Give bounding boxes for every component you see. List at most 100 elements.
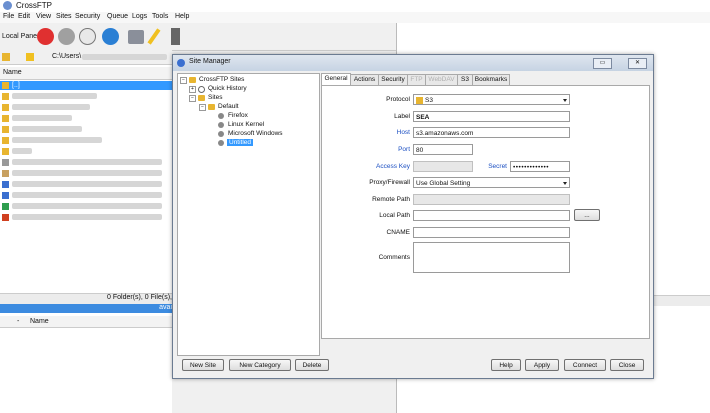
browse-button[interactable]: ... bbox=[574, 209, 600, 221]
new-site-button[interactable]: New Site bbox=[182, 359, 224, 371]
local-path-field[interactable] bbox=[413, 210, 570, 221]
tab-general[interactable]: General bbox=[321, 73, 351, 85]
menu-edit[interactable]: Edit bbox=[18, 13, 30, 20]
apply-button[interactable]: Apply bbox=[525, 359, 559, 371]
protocol-select[interactable]: S3 bbox=[413, 94, 570, 105]
tree-root[interactable]: CrossFTP Sites bbox=[199, 76, 244, 83]
secret-field[interactable]: ••••••••••••• bbox=[510, 161, 570, 172]
list-item[interactable] bbox=[0, 125, 172, 134]
tab-security[interactable]: Security bbox=[378, 74, 408, 85]
list-item[interactable] bbox=[0, 169, 172, 178]
host-field[interactable]: s3.amazonaws.com bbox=[413, 127, 570, 138]
folder-icon bbox=[208, 104, 215, 110]
site-icon bbox=[218, 140, 224, 146]
new-category-button[interactable]: New Category bbox=[229, 359, 291, 371]
close-icon[interactable]: ✕ bbox=[628, 58, 647, 69]
tree-item-untitled[interactable]: Untitled bbox=[227, 139, 254, 146]
label-field[interactable]: SEA bbox=[413, 111, 570, 122]
secret-label: Secret bbox=[488, 163, 507, 170]
list-item[interactable] bbox=[0, 92, 172, 101]
list-item[interactable] bbox=[0, 158, 172, 167]
list-item[interactable] bbox=[0, 103, 172, 112]
list-item-label: [..] bbox=[12, 82, 20, 89]
menu-bar: File Edit View Sites Security Queue Logs… bbox=[0, 12, 710, 23]
collapse-icon[interactable]: − bbox=[180, 77, 187, 84]
tree-quick-history[interactable]: Quick History bbox=[208, 85, 247, 92]
site-icon bbox=[218, 131, 224, 137]
menu-security[interactable]: Security bbox=[75, 13, 100, 20]
disconnect-icon[interactable] bbox=[37, 28, 54, 45]
menu-logs[interactable]: Logs bbox=[132, 13, 147, 20]
comments-label: Comments bbox=[378, 254, 410, 261]
local-path-input[interactable]: C:\Users\ bbox=[52, 53, 81, 60]
star-icon[interactable] bbox=[26, 53, 34, 61]
delete-button[interactable]: Delete bbox=[295, 359, 329, 371]
protocol-value: S3 bbox=[425, 97, 433, 104]
local-pane-label: Local Pane bbox=[2, 33, 38, 40]
list-item[interactable] bbox=[0, 180, 172, 189]
pause-icon[interactable] bbox=[58, 28, 75, 45]
collapse-icon[interactable]: − bbox=[199, 104, 206, 111]
play-icon[interactable] bbox=[79, 28, 96, 45]
remote-path-label: Remote Path bbox=[372, 196, 410, 203]
site-manager-icon bbox=[177, 59, 185, 67]
comments-field[interactable] bbox=[413, 242, 570, 273]
s3-icon bbox=[416, 96, 423, 104]
menu-view[interactable]: View bbox=[36, 13, 51, 20]
cname-label: CNAME bbox=[386, 229, 410, 236]
list-item[interactable] bbox=[0, 147, 172, 156]
list-item[interactable] bbox=[0, 114, 172, 123]
tree-item-linux-kernel[interactable]: Linux Kernel bbox=[228, 121, 264, 128]
port-label: Port bbox=[398, 146, 410, 153]
proxy-select[interactable]: Use Global Setting bbox=[413, 177, 570, 188]
access-key-label: Access Key bbox=[376, 163, 410, 170]
dialog-title: Site Manager bbox=[189, 58, 231, 65]
list-item-parent[interactable]: [..] bbox=[0, 81, 172, 90]
folder-icon bbox=[198, 95, 205, 101]
protocol-label: Protocol bbox=[386, 96, 410, 103]
list-item[interactable] bbox=[0, 202, 172, 211]
menu-queue[interactable]: Queue bbox=[107, 13, 128, 20]
connect-button[interactable]: Connect bbox=[564, 359, 606, 371]
collapse-icon[interactable]: − bbox=[189, 95, 196, 102]
help-button[interactable]: Help bbox=[491, 359, 521, 371]
tab-actions[interactable]: Actions bbox=[350, 74, 379, 85]
restore-icon[interactable]: ▭ bbox=[593, 58, 612, 69]
chevron-down-icon bbox=[563, 99, 567, 102]
tab-bookmarks[interactable]: Bookmarks bbox=[472, 74, 510, 85]
port-field[interactable]: 80 bbox=[413, 144, 473, 155]
tree-default[interactable]: Default bbox=[218, 103, 239, 110]
image-icon[interactable] bbox=[128, 30, 144, 44]
menu-tools[interactable]: Tools bbox=[152, 13, 168, 20]
tab-s3[interactable]: S3 bbox=[457, 74, 473, 85]
tab-ftp: FTP bbox=[407, 74, 426, 85]
tree-item-firefox[interactable]: Firefox bbox=[228, 112, 248, 119]
site-manager-dialog: Site Manager ▭ ✕ − CrossFTP Sites + Quic… bbox=[172, 54, 654, 379]
local-path-bar: C:\Users\ bbox=[0, 50, 172, 65]
list-item[interactable] bbox=[0, 136, 172, 145]
refresh-icon[interactable] bbox=[102, 28, 119, 45]
label-label: Label bbox=[394, 113, 410, 120]
favorites-icon[interactable] bbox=[2, 53, 10, 61]
close-button[interactable]: Close bbox=[610, 359, 644, 371]
menu-file[interactable]: File bbox=[3, 13, 14, 20]
cname-field[interactable] bbox=[413, 227, 570, 238]
crossftp-logo-icon bbox=[3, 1, 12, 10]
tree-item-microsoft-windows[interactable]: Microsoft Windows bbox=[228, 130, 283, 137]
list-item[interactable] bbox=[0, 191, 172, 200]
local-status-available: avai bbox=[159, 304, 172, 311]
menu-help[interactable]: Help bbox=[175, 13, 189, 20]
queue-column-name[interactable]: Name bbox=[30, 318, 49, 325]
list-item[interactable] bbox=[0, 213, 172, 222]
menu-sites[interactable]: Sites bbox=[56, 13, 72, 20]
tree-sites[interactable]: Sites bbox=[208, 94, 222, 101]
site-icon bbox=[218, 113, 224, 119]
remote-path-field[interactable] bbox=[413, 194, 570, 205]
proxy-label: Proxy/Firewall bbox=[369, 179, 410, 186]
clock-icon bbox=[198, 86, 205, 93]
folder-icon bbox=[2, 82, 9, 89]
edit-pencil-icon[interactable] bbox=[147, 28, 161, 45]
column-name[interactable]: Name bbox=[3, 69, 22, 76]
toolbar-divider bbox=[171, 28, 180, 45]
expand-icon[interactable]: + bbox=[189, 86, 196, 93]
